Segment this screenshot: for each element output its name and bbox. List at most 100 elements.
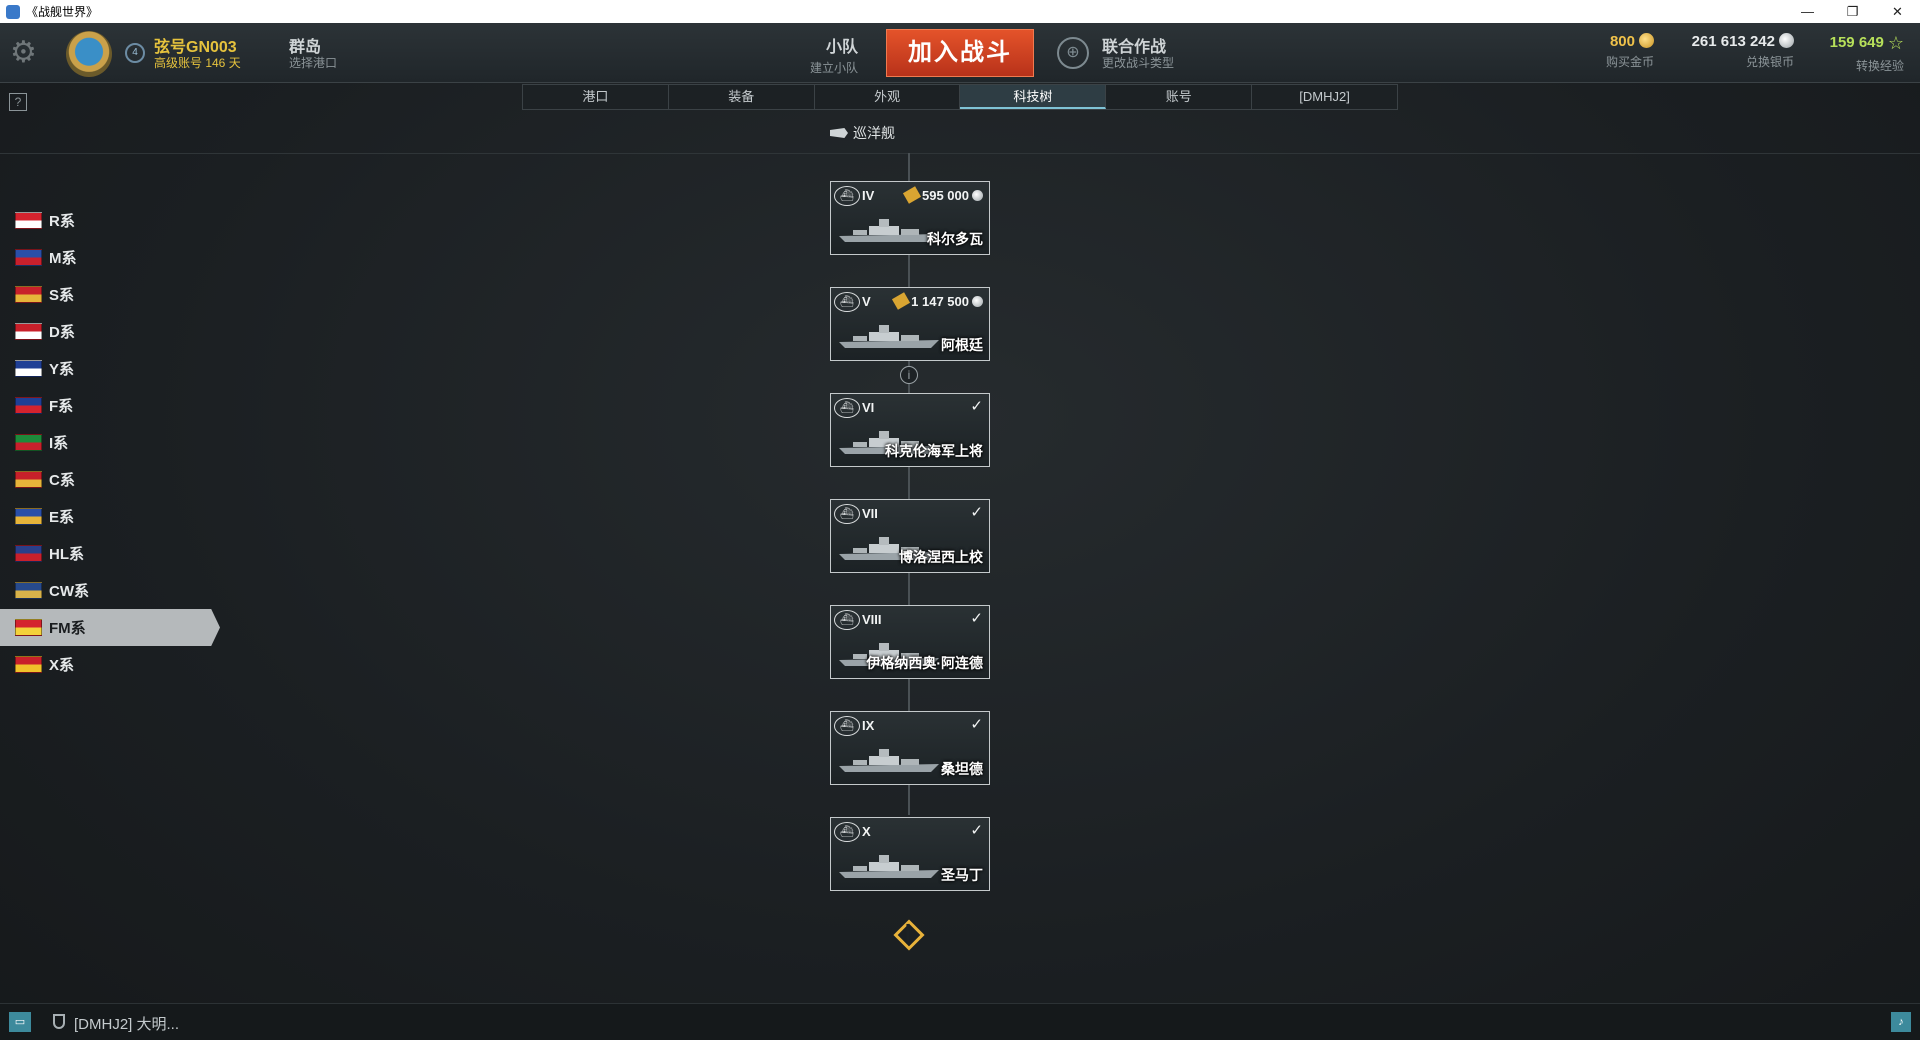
clan-chat-text[interactable]: [DMHJ2] 大明... [74,1013,179,1034]
nation-label: HL系 [49,546,84,563]
nation-item[interactable]: S系 [0,276,220,313]
tab-port[interactable]: 港口 [523,85,669,109]
nation-item[interactable]: FM系 [0,609,220,646]
nation-flag-icon [15,249,42,266]
notification-bell-icon[interactable]: ♪ [1891,1012,1911,1032]
window-controls: — ❐ ✕ [1785,0,1920,23]
nation-label: F系 [49,398,74,415]
chat-icon[interactable]: ▭ [9,1012,31,1032]
cruiser-type-icon: ⛴ [834,610,860,630]
gold-value: 800 [1609,33,1635,50]
cruiser-type-icon: ⛴ [834,716,860,736]
window-title: 《战舰世界》 [26,5,99,19]
settings-gear-icon[interactable]: ⚙ [10,35,50,71]
ship-class-label: 巡洋舰 [853,125,895,141]
nation-label: X系 [49,657,75,674]
nation-flag-icon [15,286,42,303]
nation-flag-icon [15,434,42,451]
tab-account[interactable]: 账号 [1106,85,1253,109]
ship-card[interactable]: ⛴ VII ✓ 博洛涅西上校 [830,499,990,573]
nation-flag-icon [15,323,42,340]
ship-tier: V [862,294,871,309]
ship-tier: VII [862,506,878,521]
ship-name: 博洛涅西上校 [899,549,983,565]
nation-flag-icon [15,360,42,377]
ship-class-filter[interactable]: 巡洋舰 [830,123,895,143]
nation-item[interactable]: M系 [0,239,220,276]
gold-currency[interactable]: 800 购买金币 [1606,33,1654,70]
close-button[interactable]: ✕ [1875,0,1920,23]
squad-sub: 建立小队 [809,61,858,75]
ship-card[interactable]: ⛴ VI ✓ 科克伦海军上将 [830,393,990,467]
player-emblem-icon[interactable] [66,31,112,77]
silver-currency[interactable]: 261 613 242 兑换银币 [1692,33,1794,70]
nation-item[interactable]: Y系 [0,350,220,387]
join-battle-button[interactable]: 加入战斗 [886,29,1034,77]
clan-shield-icon [53,1014,65,1029]
silver-coin-icon [1779,33,1794,48]
nation-item[interactable]: HL系 [0,535,220,572]
researched-check-icon: ✓ [970,610,983,627]
researched-check-icon: ✓ [970,822,983,839]
tab-clan[interactable]: [DMHJ2] [1252,85,1397,109]
divider [0,153,1920,154]
nation-label: FM系 [49,620,86,637]
port-select-label: 选择港口 [289,56,338,70]
bottom-bar: ▭ [DMHJ2] 大明... ♪ [0,1003,1920,1040]
xp-star-icon: ☆ [1887,33,1904,53]
discount-tag-icon [892,292,911,310]
ship-card[interactable]: ⛴ VIII ✓ 伊格纳西奥·阿连德 [830,605,990,679]
tree-end-diamond-icon [893,919,925,951]
ship-card[interactable]: ⛴ X ✓ 圣马丁 [830,817,990,891]
nation-item[interactable]: D系 [0,313,220,350]
tab-tech-tree[interactable]: 科技树 [960,85,1107,109]
ship-card[interactable]: ⛴ IV 595 000 科尔多瓦 [830,181,990,255]
nation-item[interactable]: CW系 [0,572,220,609]
nation-label: R系 [49,213,75,230]
ship-name: 桑坦德 [941,761,983,777]
ship-image [839,322,939,348]
ship-price-value: 1 147 500 [911,294,969,309]
help-button[interactable]: ? [9,93,27,111]
xp-value: 159 649 [1829,34,1884,51]
cruiser-type-icon: ⛴ [834,504,860,524]
ship-card[interactable]: ⛴ IX ✓ 桑坦德 [830,711,990,785]
squad-button[interactable]: 小队 建立小队 [790,33,858,76]
nation-label: M系 [49,250,77,267]
nation-item[interactable]: E系 [0,498,220,535]
tab-equipment[interactable]: 装备 [669,85,815,109]
free-xp-currency[interactable]: 159 649 ☆ 转换经验 [1830,33,1904,74]
tab-exterior[interactable]: 外观 [815,85,961,109]
researched-check-icon: ✓ [970,398,983,415]
nation-item[interactable]: X系 [0,646,220,683]
top-header: ⚙ 4 弦号GN003 高级账号 146 天 群岛 选择港口 小队 建立小队 加… [0,23,1920,83]
main-tabs: 港口 装备 外观 科技树 账号 [DMHJ2] [522,84,1398,110]
info-icon[interactable]: i [900,366,918,384]
ship-card[interactable]: ⛴ V 1 147 500 阿根廷 [830,287,990,361]
nation-flag-icon [15,397,42,414]
ship-name: 阿根廷 [941,337,983,353]
nation-label: C系 [49,472,75,489]
nation-flag-icon [15,545,42,562]
nation-flag-icon [15,582,42,599]
minimize-button[interactable]: — [1785,0,1830,23]
cruiser-icon [830,128,848,138]
nation-item[interactable]: I系 [0,424,220,461]
squad-title: 小队 [825,39,858,56]
nation-flag-icon [15,508,42,525]
ship-name: 科克伦海军上将 [885,443,983,459]
researched-check-icon: ✓ [970,716,983,733]
ship-price: 595 000 [902,186,983,204]
nation-item[interactable]: R系 [0,202,220,239]
restore-button[interactable]: ❐ [1830,0,1875,23]
ship-price-value: 595 000 [922,188,969,203]
window-titlebar: 《战舰世界》 — ❐ ✕ [0,0,1920,23]
nation-flag-icon [15,619,42,636]
cruiser-type-icon: ⛴ [834,186,860,206]
gold-label: 购买金币 [1605,55,1654,69]
nation-item[interactable]: C系 [0,461,220,498]
nation-item[interactable]: F系 [0,387,220,424]
ship-image [839,852,939,878]
battle-mode-icon[interactable]: ⊕ [1057,37,1089,69]
silver-value: 261 613 242 [1691,33,1775,50]
